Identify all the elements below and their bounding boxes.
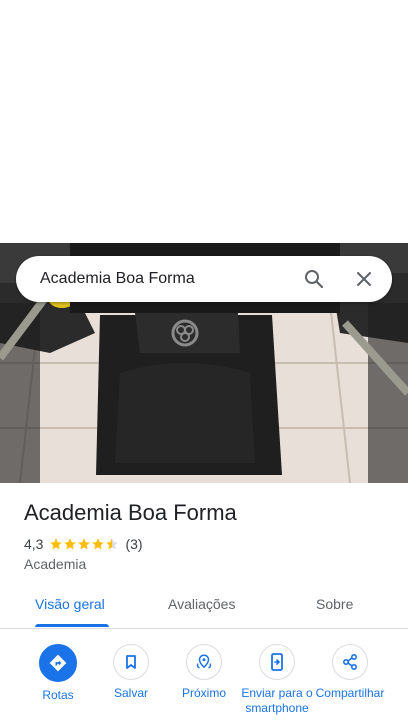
star-icon — [64, 538, 77, 550]
rating-row[interactable]: 4,3 (3) — [24, 536, 143, 552]
nearby-button[interactable]: Próximo — [164, 644, 244, 701]
directions-icon — [39, 644, 77, 682]
search-icon[interactable] — [302, 267, 326, 291]
rating-value: 4,3 — [24, 536, 44, 552]
nearby-icon — [186, 644, 222, 680]
active-tab-indicator — [35, 624, 109, 627]
search-query[interactable]: Academia Boa Forma — [40, 270, 302, 288]
close-icon[interactable] — [352, 267, 376, 291]
share-button[interactable]: Compartilhar — [310, 644, 390, 701]
directions-button[interactable]: Rotas — [18, 644, 98, 703]
star-icon — [50, 538, 63, 550]
send-to-phone-button[interactable]: Enviar para o smartphone — [237, 644, 317, 716]
search-bar[interactable]: Academia Boa Forma — [16, 256, 392, 302]
save-button[interactable]: Salvar — [91, 644, 171, 701]
rating-stars — [49, 537, 119, 551]
action-row: Rotas Salvar Próximo Enviar para o smart… — [0, 644, 408, 726]
tab-overview[interactable]: Visão geral — [35, 596, 105, 612]
bookmark-icon — [113, 644, 149, 680]
save-label: Salvar — [113, 686, 148, 700]
star-icon — [78, 538, 91, 550]
send-to-phone-label: Enviar para o smartphone — [241, 686, 313, 715]
send-to-phone-icon — [259, 644, 295, 680]
share-label: Compartilhar — [315, 686, 385, 700]
directions-label: Rotas — [42, 688, 74, 702]
tab-reviews[interactable]: Avaliações — [168, 596, 235, 612]
star-icon — [92, 538, 105, 550]
star-half-icon — [106, 538, 119, 550]
share-icon — [332, 644, 368, 680]
tab-bar: Visão geral Avaliações Sobre — [0, 584, 408, 629]
place-title: Academia Boa Forma — [24, 500, 237, 525]
tab-about[interactable]: Sobre — [316, 596, 353, 612]
nearby-label: Próximo — [181, 686, 226, 700]
place-category[interactable]: Academia — [24, 556, 86, 572]
review-count: (3) — [125, 536, 143, 552]
